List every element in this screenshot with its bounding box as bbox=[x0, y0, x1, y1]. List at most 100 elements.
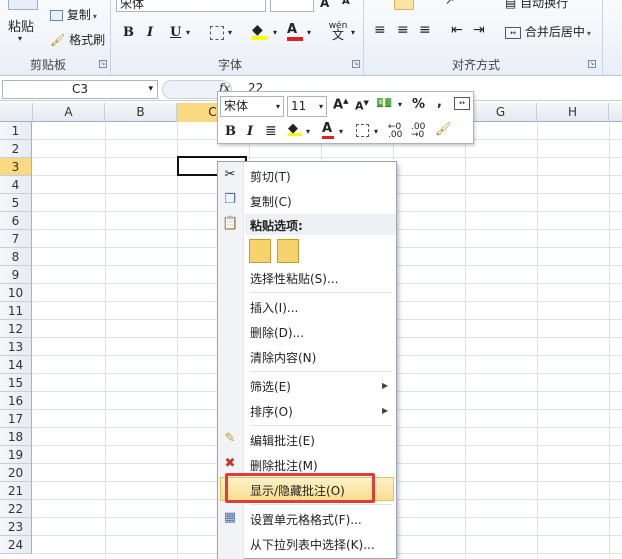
row-header[interactable]: 9 bbox=[0, 266, 32, 284]
align-left-icon[interactable]: ≡ bbox=[374, 22, 386, 38]
align-top-button[interactable] bbox=[394, 0, 414, 10]
border-icon[interactable] bbox=[356, 124, 369, 137]
center-align-icon[interactable]: ≣ bbox=[265, 123, 277, 139]
menu-item-clear[interactable]: 清除内容(N) bbox=[250, 349, 316, 366]
row-header[interactable]: 3 bbox=[0, 158, 32, 176]
decrease-decimal-icon[interactable]: .00 →0 bbox=[411, 123, 425, 140]
row-header[interactable]: 17 bbox=[0, 410, 32, 428]
shrink-font-icon[interactable]: A bbox=[342, 0, 350, 7]
row-header[interactable]: 23 bbox=[0, 518, 32, 536]
chevron-down-icon[interactable]: ▾ bbox=[339, 127, 343, 136]
grow-font-icon[interactable]: A bbox=[320, 0, 329, 10]
bold-button[interactable]: B bbox=[123, 25, 134, 40]
row-header[interactable]: 10 bbox=[0, 284, 32, 302]
menu-item-copy[interactable]: 复制(C) bbox=[250, 193, 292, 210]
increase-indent-icon[interactable]: ⇥ bbox=[473, 22, 485, 38]
border-icon[interactable] bbox=[210, 26, 224, 40]
increase-decimal-icon[interactable]: ←0.00 bbox=[388, 123, 402, 140]
wrap-text-button[interactable]: ▤ 自动换行 bbox=[505, 0, 568, 11]
copy-button[interactable]: 复制 ▾ bbox=[50, 6, 97, 23]
row-header[interactable]: 13 bbox=[0, 338, 32, 356]
underline-button[interactable]: U bbox=[170, 25, 181, 40]
column-header[interactable]: H bbox=[537, 103, 609, 122]
grow-font-icon[interactable]: A▲ bbox=[333, 97, 348, 112]
row-header[interactable]: 20 bbox=[0, 464, 32, 482]
align-right-icon[interactable]: ≡ bbox=[419, 22, 431, 38]
row-header[interactable]: 11 bbox=[0, 302, 32, 320]
menu-item-filter[interactable]: 筛选(E) bbox=[250, 378, 291, 395]
paste-option-icon[interactable] bbox=[277, 239, 299, 263]
shrink-font-icon[interactable]: A▼ bbox=[355, 99, 369, 113]
mini-italic-button[interactable]: I bbox=[247, 124, 253, 139]
phonetic-dropdown-icon[interactable]: ▾ bbox=[351, 28, 355, 37]
row-header[interactable]: 21 bbox=[0, 482, 32, 500]
name-box[interactable]: C3 ▾ bbox=[2, 80, 158, 99]
menu-item-insert[interactable]: 插入(I)... bbox=[250, 299, 298, 316]
row-header[interactable]: 19 bbox=[0, 446, 32, 464]
wrap-text-label: 自动换行 bbox=[520, 0, 569, 10]
fill-dropdown-icon[interactable]: ▾ bbox=[273, 28, 277, 37]
row-header[interactable]: 1 bbox=[0, 122, 32, 140]
mini-font-color-button[interactable]: A bbox=[322, 121, 334, 139]
menu-separator bbox=[250, 504, 392, 505]
font-color-dropdown-icon[interactable]: ▾ bbox=[307, 28, 311, 37]
percent-button[interactable]: % bbox=[412, 97, 425, 112]
menu-item-sort[interactable]: 排序(O) bbox=[250, 403, 293, 420]
mini-bold-button[interactable]: B bbox=[225, 124, 236, 139]
menu-item-paste-special[interactable]: 选择性粘贴(S)... bbox=[250, 270, 338, 287]
menu-item-format-cells[interactable]: 设置单元格格式(F)... bbox=[250, 511, 362, 528]
row-header[interactable]: 12 bbox=[0, 320, 32, 338]
fill-color-icon[interactable]: ◆ bbox=[252, 22, 268, 40]
row-header[interactable]: 7 bbox=[0, 230, 32, 248]
clipboard-launcher-icon[interactable]: ↘ bbox=[99, 60, 107, 68]
paste-dropdown-icon[interactable]: ▾ bbox=[18, 34, 22, 43]
menu-item-edit-comment[interactable]: 编辑批注(E) bbox=[250, 432, 315, 449]
column-header[interactable]: B bbox=[105, 103, 177, 122]
row-header[interactable]: 5 bbox=[0, 194, 32, 212]
column-header[interactable]: A bbox=[33, 103, 105, 122]
row-header[interactable]: 24 bbox=[0, 536, 32, 554]
merge-center-button[interactable]: ↔ 合并后居中 ▾ bbox=[505, 23, 591, 40]
align-launcher-icon[interactable]: ↘ bbox=[588, 60, 596, 68]
row-header[interactable]: 4 bbox=[0, 176, 32, 194]
column-header[interactable]: G bbox=[465, 103, 537, 122]
font-color-button[interactable]: A bbox=[287, 22, 303, 41]
chevron-down-icon[interactable]: ▾ bbox=[398, 100, 402, 109]
font-launcher-icon[interactable]: ↘ bbox=[352, 60, 360, 68]
comma-button[interactable]: , bbox=[437, 95, 442, 110]
select-all-corner[interactable] bbox=[0, 103, 33, 122]
format-painter-icon[interactable]: 🖌 bbox=[435, 122, 452, 137]
paste-option-icon[interactable] bbox=[249, 239, 271, 263]
paste-button[interactable]: 粘贴 bbox=[8, 16, 34, 35]
phonetic-icon[interactable]: wén 文 bbox=[328, 22, 348, 42]
decrease-indent-icon[interactable]: ⇤ bbox=[451, 22, 463, 38]
menu-item-delete-comment[interactable]: 删除批注(M) bbox=[250, 457, 318, 474]
chevron-down-icon[interactable]: ▾ bbox=[306, 127, 310, 136]
fill-color-icon[interactable]: ◆ bbox=[288, 121, 302, 136]
row-header[interactable]: 15 bbox=[0, 374, 32, 392]
row-header[interactable]: 18 bbox=[0, 428, 32, 446]
accounting-format-icon[interactable]: 💵 bbox=[376, 96, 392, 111]
underline-dropdown-icon[interactable]: ▾ bbox=[186, 28, 190, 37]
font-size-box[interactable] bbox=[270, 0, 314, 12]
row-header[interactable]: 14 bbox=[0, 356, 32, 374]
align-center-icon[interactable]: ≡ bbox=[397, 22, 409, 38]
italic-button[interactable]: I bbox=[147, 25, 153, 40]
font-name-box[interactable]: 宋体 bbox=[116, 0, 266, 12]
chevron-down-icon[interactable]: ▾ bbox=[374, 127, 378, 136]
border-dropdown-icon[interactable]: ▾ bbox=[228, 28, 232, 37]
row-header[interactable]: 8 bbox=[0, 248, 32, 266]
paste-icon[interactable] bbox=[8, 0, 38, 10]
menu-item-cut[interactable]: 剪切(T) bbox=[250, 168, 291, 185]
menu-item-pick-from-list[interactable]: 从下拉列表中选择(K)... bbox=[250, 536, 375, 553]
mini-font-box[interactable]: 宋体 ▾ bbox=[220, 96, 284, 117]
row-header[interactable]: 6 bbox=[0, 212, 32, 230]
row-header[interactable]: 2 bbox=[0, 140, 32, 158]
orientation-icon[interactable]: ↗ bbox=[445, 0, 454, 7]
merge-cells-icon[interactable]: ↔ bbox=[454, 97, 470, 110]
menu-item-delete[interactable]: 删除(D)... bbox=[250, 324, 304, 341]
row-header[interactable]: 22 bbox=[0, 500, 32, 518]
mini-size-box[interactable]: 11 ▾ bbox=[287, 96, 327, 117]
format-painter-button[interactable]: 🖌 格式刷 bbox=[50, 31, 105, 48]
row-header[interactable]: 16 bbox=[0, 392, 32, 410]
